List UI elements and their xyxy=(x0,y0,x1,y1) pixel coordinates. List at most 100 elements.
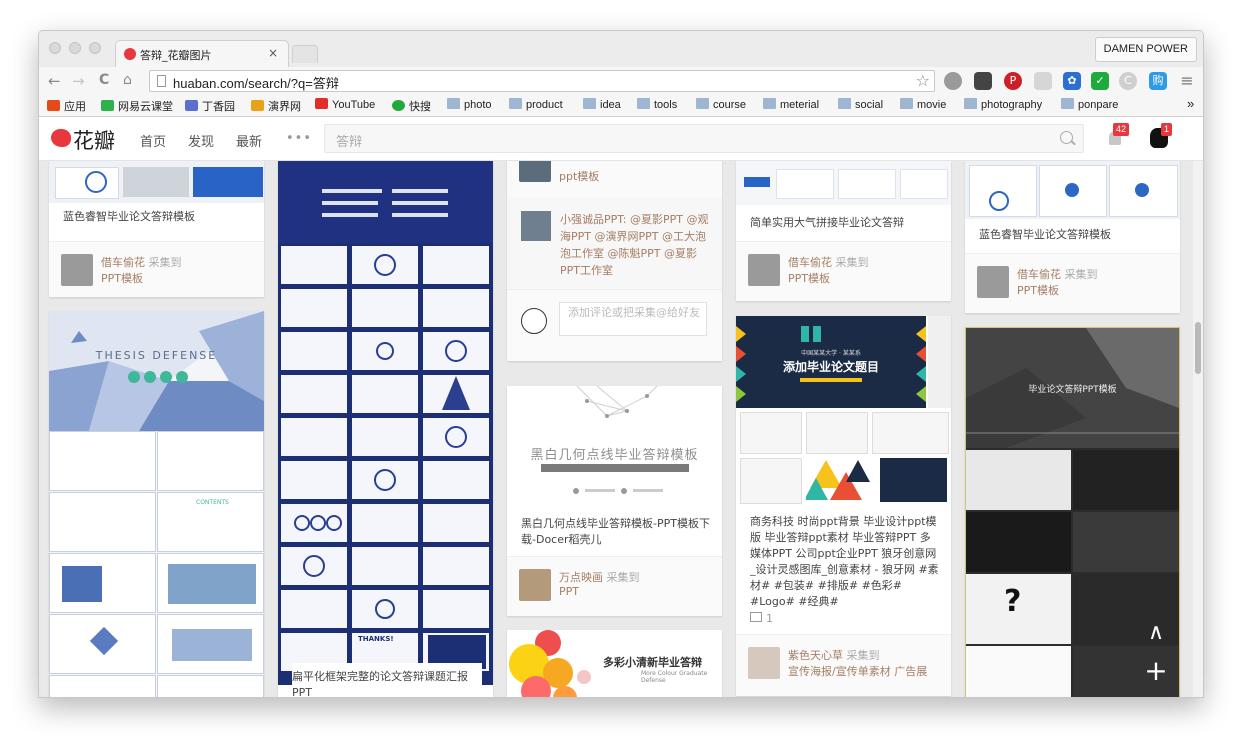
huaban-logo-icon[interactable] xyxy=(51,129,71,147)
hand-icon[interactable] xyxy=(974,72,992,90)
pin-card[interactable]: 蓝色睿智毕业论文答辩模板 借车偷花 采集到 PPT模板 xyxy=(49,161,264,297)
copyright-icon[interactable]: C xyxy=(1119,72,1137,90)
bookmark-youtube[interactable]: YouTube xyxy=(315,98,375,111)
scrollbar-thumb[interactable] xyxy=(1195,322,1201,374)
add-pin-button[interactable]: + xyxy=(1139,655,1173,689)
bookmark-folder-idea[interactable]: idea xyxy=(583,98,621,111)
bookmark-folder-movie[interactable]: movie xyxy=(900,98,946,111)
close-window-button[interactable] xyxy=(49,42,61,54)
pin-card[interactable]: 多彩小清新毕业答辩 More Colour Graduate Defense xyxy=(507,630,722,697)
pin-image[interactable]: 中国某某大学 · 某某系 添加毕业论文题目 xyxy=(736,316,951,506)
back-arrow-icon[interactable]: ← xyxy=(48,72,61,90)
gou-icon[interactable]: 购 xyxy=(1149,72,1167,90)
bookmark-dxy[interactable]: 丁香园 xyxy=(185,98,235,114)
lowpoly-art xyxy=(49,311,264,431)
pin-image-title: 黑白几何点线毕业答辩模板 xyxy=(530,448,699,463)
pin-meta: 借车偷花 采集到 PPT模板 xyxy=(736,241,951,301)
repin-count: 1 xyxy=(750,612,773,625)
bookmarks-bar: 应用 网易云课堂 丁香园 演界网 YouTube 快搜 photo produc… xyxy=(39,95,1203,117)
pinterest-icon[interactable]: P xyxy=(1004,72,1022,90)
huaban-logo[interactable]: 花瓣 xyxy=(73,125,115,155)
minimize-window-button[interactable] xyxy=(69,42,81,54)
pin-card[interactable]: ppt模板 小强诚品PPT: @夏影PPT @观海PPT @演界网PPT @工大… xyxy=(507,161,722,361)
apps-icon xyxy=(47,100,60,111)
pin-image[interactable] xyxy=(736,161,951,205)
forward-arrow-icon[interactable]: → xyxy=(72,72,85,90)
shield-icon[interactable] xyxy=(1034,72,1052,90)
avatar[interactable] xyxy=(519,569,551,601)
bookmark-folder-meterial[interactable]: meterial xyxy=(763,98,819,111)
zoom-window-button[interactable] xyxy=(89,42,101,54)
adblock-icon[interactable]: ✓ xyxy=(1091,72,1109,90)
home-icon[interactable]: ⌂ xyxy=(123,72,132,88)
pin-collector: 紫色天心草 采集到 xyxy=(788,649,880,662)
bookmark-cloud-class[interactable]: 网易云课堂 xyxy=(101,98,173,114)
bookmark-star-icon[interactable]: ☆ xyxy=(916,71,930,90)
pin-image[interactable] xyxy=(49,161,264,203)
browser-window: 答辩_花瓣图片 × DAMEN POWER ← → C ⌂ huaban.com… xyxy=(38,30,1204,698)
huaban-search[interactable]: 答辩 xyxy=(324,124,1084,153)
pin-card[interactable]: 黑白几何点线毕业答辩模板 黑白几何点线毕业答辩模板-PPT模板下载-Docer稻… xyxy=(507,386,722,616)
pin-card[interactable]: 蓝色睿智毕业论文答辩模板 借车偷花 采集到 PPT模板 xyxy=(965,161,1180,313)
pin-board[interactable]: PPT xyxy=(559,585,579,598)
pin-card[interactable]: THANKS! 扁平化框架完整的论文答辩课题汇报PPT xyxy=(278,161,493,697)
pin-image[interactable] xyxy=(965,161,1180,219)
avatar[interactable] xyxy=(977,266,1009,298)
pin-image[interactable]: 黑白几何点线毕业答辩模板 xyxy=(507,386,722,514)
page-scrollbar[interactable] xyxy=(1193,161,1203,697)
pin-collector: 借车偷花 采集到 xyxy=(101,256,182,269)
browser-tab[interactable]: 答辩_花瓣图片 × xyxy=(115,40,289,67)
bookmark-folder-social[interactable]: social xyxy=(838,98,883,111)
pin-board[interactable]: PPT模板 xyxy=(788,270,830,286)
pin-image[interactable]: THANKS! xyxy=(278,161,493,685)
pin-card[interactable]: 简单实用大气拼接毕业论文答辩 借车偷花 采集到 PPT模板 xyxy=(736,161,951,301)
pin-image-title: 多彩小清新毕业答辩 xyxy=(603,656,702,669)
avatar[interactable] xyxy=(748,254,780,286)
pin-caption: 扁平化框架完整的论文答辩课题汇报PPT xyxy=(292,663,482,697)
pin-image[interactable]: THESIS DEFENSE CONTENTS xyxy=(49,311,264,697)
pin-board[interactable]: 宣传海报/宣传单素材 广告展 xyxy=(788,663,927,679)
tab-close-icon[interactable]: × xyxy=(268,46,278,60)
nav-latest[interactable]: 最新 xyxy=(236,131,262,150)
bookmark-folder-ponpare[interactable]: ponpare xyxy=(1061,98,1118,111)
avatar[interactable] xyxy=(61,254,93,286)
bookmark-kuaisou[interactable]: 快搜 xyxy=(392,98,431,114)
bookmark-folder-tools[interactable]: tools xyxy=(637,98,677,111)
bookmark-apps[interactable]: 应用 xyxy=(47,98,86,114)
nav-home[interactable]: 首页 xyxy=(140,131,166,150)
pin-card[interactable]: 中国某某大学 · 某某系 添加毕业论文题目 商务科技 时尚ppt背景 毕业设计p… xyxy=(736,316,951,696)
pin-board[interactable]: ppt模板 xyxy=(559,168,599,184)
message-badge: 1 xyxy=(1161,123,1173,136)
search-input[interactable]: 答辩 xyxy=(336,131,362,150)
comment-input[interactable]: 添加评论或把采集@给好友 xyxy=(568,306,702,320)
folder-icon xyxy=(1061,98,1074,109)
pin-board[interactable]: PPT模板 xyxy=(101,270,143,286)
search-icon[interactable] xyxy=(1060,131,1073,144)
bookmark-yanjie[interactable]: 演界网 xyxy=(251,98,301,114)
pin-image-title: 毕业论文答辩PPT模板 xyxy=(1028,385,1117,395)
url-text[interactable]: huaban.com/search/?q=答辩 xyxy=(173,73,339,92)
scroll-top-button[interactable]: ∧ xyxy=(1139,617,1173,651)
bookmark-folder-photography[interactable]: photography xyxy=(964,98,1042,111)
new-tab-button[interactable] xyxy=(292,45,318,63)
address-bar[interactable]: huaban.com/search/?q=答辩 ☆ xyxy=(149,70,935,92)
bookmark-folder-course[interactable]: course xyxy=(696,98,746,111)
pin-board[interactable]: PPT模板 xyxy=(1017,282,1059,298)
bookmark-folder-photo[interactable]: photo xyxy=(447,98,492,111)
avatar[interactable] xyxy=(519,161,551,182)
globe-icon[interactable] xyxy=(944,72,962,90)
bookmark-folder-product[interactable]: product xyxy=(509,98,563,111)
nav-more-icon[interactable]: ••• xyxy=(286,131,312,146)
reload-icon[interactable]: C xyxy=(99,72,109,88)
menu-icon[interactable]: ≡ xyxy=(1178,72,1196,90)
profile-button[interactable]: DAMEN POWER xyxy=(1094,37,1197,62)
avatar[interactable] xyxy=(521,211,551,241)
pin-card[interactable]: THESIS DEFENSE CONTENTS xyxy=(49,311,264,697)
pin-caption: 商务科技 时尚ppt背景 毕业设计ppt模版 毕业答辩ppt素材 毕业答辩PPT… xyxy=(750,515,939,608)
comment-box: 添加评论或把采集@给好友 xyxy=(507,289,722,361)
avatar[interactable] xyxy=(748,647,780,679)
paw-icon[interactable]: ✿ xyxy=(1063,72,1081,90)
pin-image[interactable]: 多彩小清新毕业答辩 More Colour Graduate Defense xyxy=(507,630,722,697)
nav-discover[interactable]: 发现 xyxy=(188,131,214,150)
bookmarks-overflow-icon[interactable]: » xyxy=(1187,96,1194,111)
